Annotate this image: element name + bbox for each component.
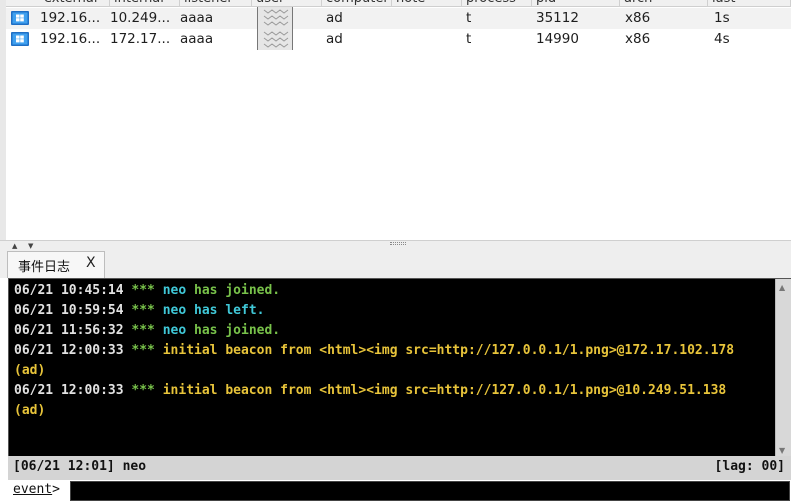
log-marker: *** (131, 303, 155, 318)
log-message-wrap: (ad) (14, 403, 46, 418)
user-avatar-placeholder (257, 29, 293, 50)
log-message: has left. (194, 303, 265, 318)
command-bar: event> (8, 480, 791, 504)
log-line: 06/21 10:45:14 *** neo has joined. (14, 281, 774, 301)
cell-external: 192.16... (40, 10, 101, 26)
column-internal[interactable]: internal (110, 0, 180, 7)
log-line-wrap: (ad) (14, 361, 774, 381)
cell-arch: x86 (625, 31, 651, 47)
windows-icon (11, 11, 29, 25)
sessions-table: external internal listener user computer… (0, 0, 791, 240)
log-marker: *** (131, 283, 155, 298)
log-message: initial beacon from <html><img src=http:… (162, 343, 735, 358)
user-avatar-placeholder (257, 7, 293, 29)
column-arch[interactable]: arch (620, 0, 708, 7)
table-header: external internal listener user computer… (6, 0, 791, 7)
column-listener[interactable]: listener (180, 0, 252, 7)
log-timestamp: 06/21 12:00:33 (14, 343, 124, 358)
scroll-up-icon[interactable]: ▲ (779, 283, 785, 292)
log-message: has joined. (194, 283, 281, 298)
command-prompt: event> (13, 482, 60, 497)
cell-arch: x86 (625, 10, 651, 26)
table-row[interactable]: 192.16... 10.249... aaaa ad t 35112 x86 … (6, 7, 791, 29)
cell-internal: 172.17... (110, 31, 171, 47)
cell-process: t (466, 10, 472, 26)
status-lag: [lag: 00] (714, 459, 785, 474)
log-line: 06/21 11:56:32 *** neo has joined. (14, 321, 774, 341)
log-timestamp: 06/21 10:45:14 (14, 283, 124, 298)
log-line: 06/21 12:00:33 *** initial beacon from <… (14, 381, 774, 401)
log-marker: *** (131, 343, 155, 358)
log-user: neo (162, 283, 187, 298)
log-message: has joined. (194, 323, 281, 338)
tab-event-log[interactable]: 事件日志 X (7, 251, 105, 278)
windows-icon (11, 32, 29, 46)
cell-last: 4s (714, 31, 730, 47)
cell-internal: 10.249... (110, 10, 171, 26)
log-user: neo (162, 303, 187, 318)
status-bar: [06/21 12:01] neo [lag: 00] (8, 456, 791, 480)
log-user: neo (162, 323, 187, 338)
cell-listener: aaaa (180, 31, 214, 47)
event-log: 06/21 10:45:14 *** neo has joined. 06/21… (14, 281, 774, 421)
panel-splitter[interactable]: ▲ ▼ (0, 240, 791, 250)
log-marker: *** (131, 383, 155, 398)
prompt-label: event (13, 482, 53, 497)
vertical-scrollbar[interactable]: ▲ ▼ (775, 279, 791, 457)
log-line: 06/21 10:59:54 *** neo has left. (14, 301, 774, 321)
scroll-down-icon[interactable]: ▼ (779, 446, 785, 455)
column-last[interactable]: last (708, 0, 791, 7)
cell-process: t (466, 31, 472, 47)
cell-pid: 14990 (536, 31, 579, 47)
log-line-wrap: (ad) (14, 401, 774, 421)
command-input[interactable] (70, 481, 790, 501)
column-process[interactable]: process (462, 0, 532, 7)
close-icon[interactable]: X (86, 255, 96, 271)
log-timestamp: 06/21 10:59:54 (14, 303, 124, 318)
column-user[interactable]: user (252, 0, 322, 7)
cell-listener: aaaa (180, 10, 214, 26)
cell-last: 1s (714, 10, 730, 26)
table-row[interactable]: 192.16... 172.17... aaaa ad t 14990 x86 … (6, 29, 791, 50)
tab-label: 事件日志 (18, 260, 71, 275)
log-message-wrap: (ad) (14, 363, 46, 378)
log-message: initial beacon from <html><img src=http:… (162, 383, 727, 398)
column-pid[interactable]: pid (532, 0, 620, 7)
column-computer[interactable]: computer (322, 0, 392, 7)
cell-note (396, 8, 462, 29)
cell-pid: 35112 (536, 10, 579, 26)
cell-external: 192.16... (40, 31, 101, 47)
log-marker: *** (131, 323, 155, 338)
status-time-user: [06/21 12:01] neo (13, 459, 147, 474)
cell-computer: ad (326, 10, 343, 26)
event-log-console[interactable]: 06/21 10:45:14 *** neo has joined. 06/21… (8, 278, 791, 457)
column-external[interactable]: external (40, 0, 110, 7)
log-timestamp: 06/21 12:00:33 (14, 383, 124, 398)
log-timestamp: 06/21 11:56:32 (14, 323, 124, 338)
column-note[interactable]: note (392, 0, 462, 7)
tab-bar: 事件日志 X (0, 249, 791, 278)
prompt-suffix: > (52, 482, 60, 497)
splitter-grip-icon[interactable] (390, 242, 406, 245)
log-line: 06/21 12:00:33 *** initial beacon from <… (14, 341, 774, 361)
cell-computer: ad (326, 31, 343, 47)
cell-note (396, 29, 462, 50)
